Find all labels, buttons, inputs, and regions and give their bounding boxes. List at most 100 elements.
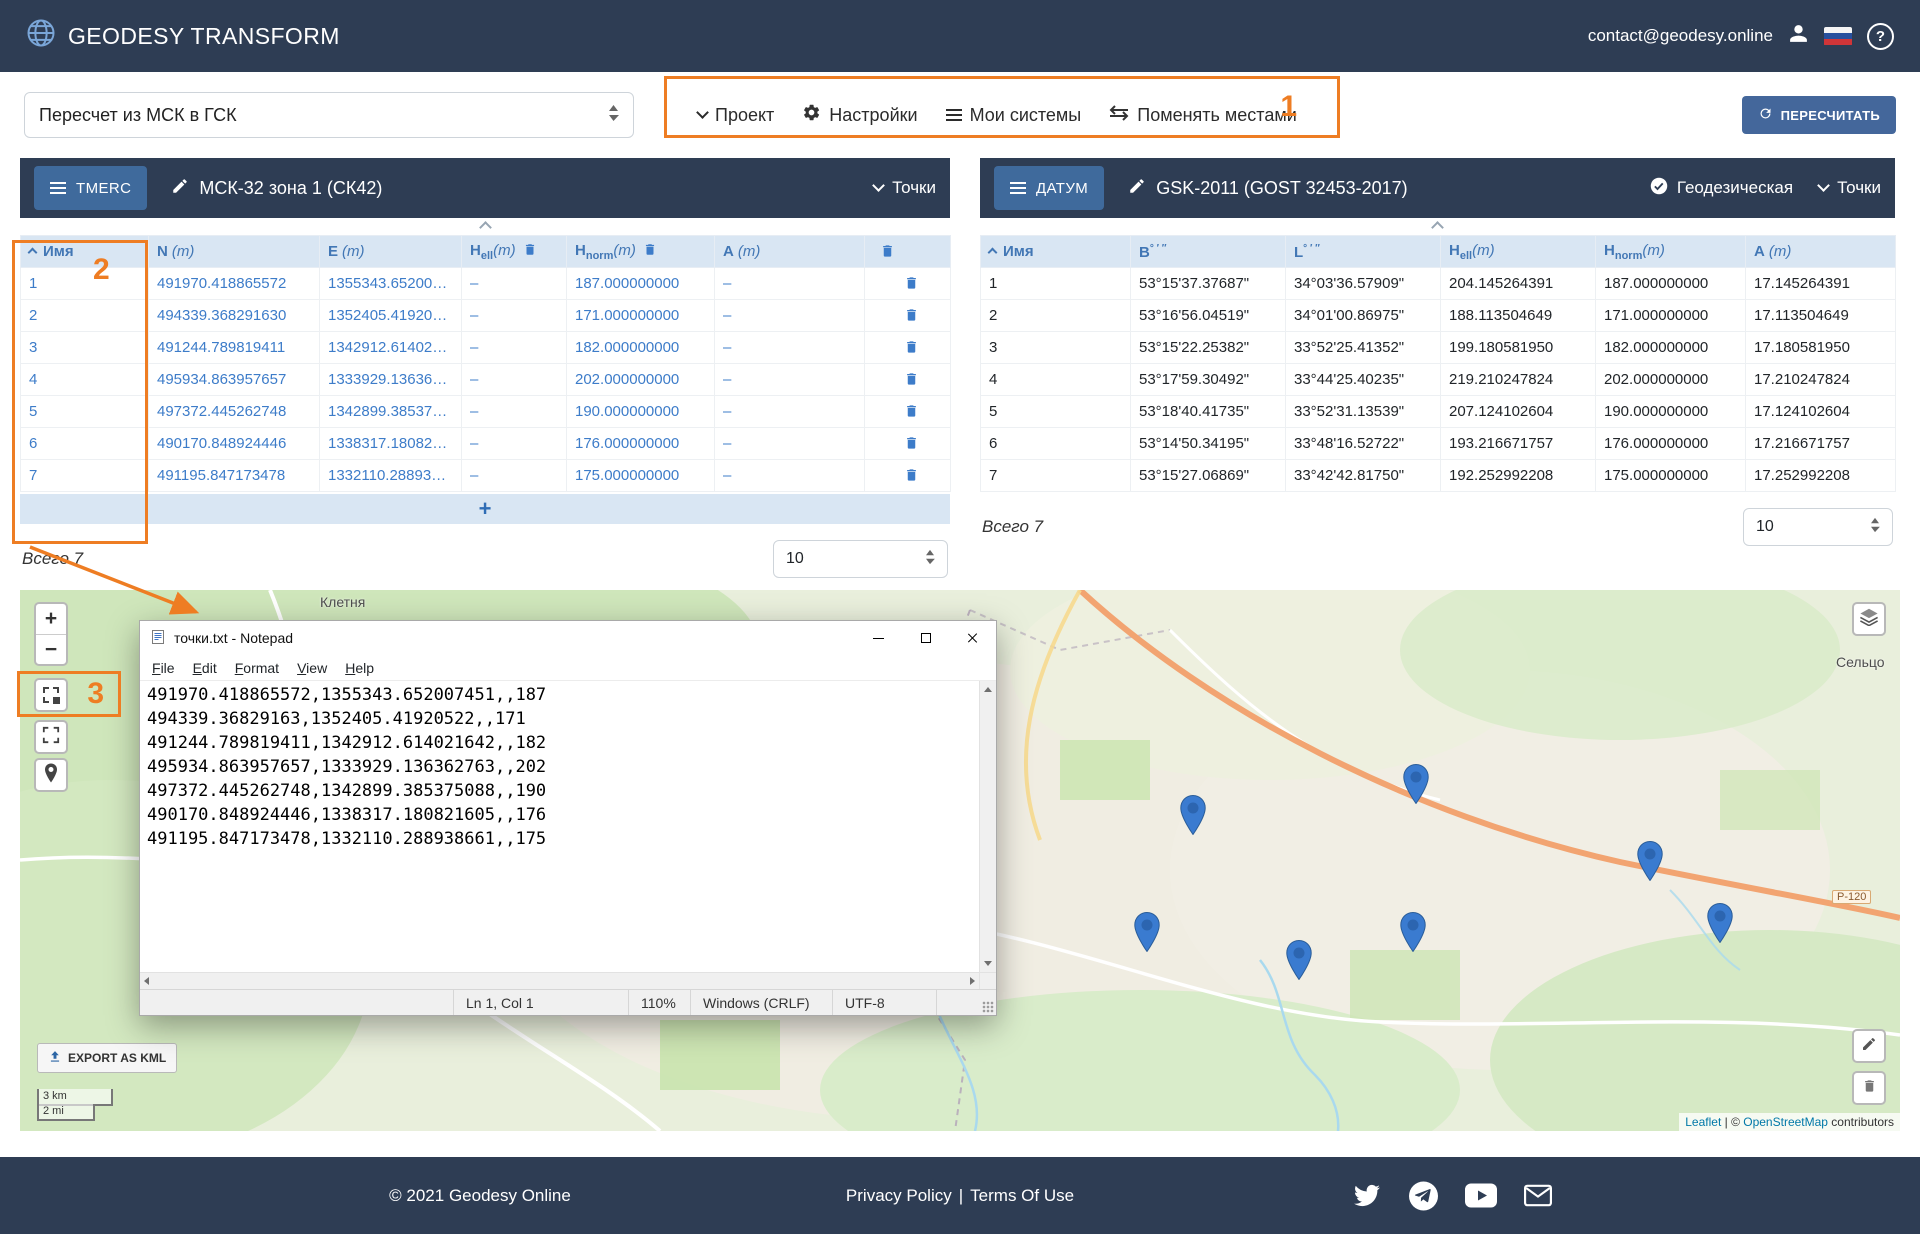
target-points-toggle[interactable]: Точки: [1819, 178, 1881, 198]
n-cell[interactable]: 491244.789819411: [149, 332, 320, 364]
menu-item-settings[interactable]: Настройки: [802, 103, 917, 127]
scroll-right-icon[interactable]: [970, 977, 975, 985]
delete-row-button[interactable]: [904, 403, 919, 419]
source-page-size-select[interactable]: 10: [773, 540, 948, 578]
e-cell[interactable]: 1342899.385375088: [320, 396, 462, 428]
point-name-cell[interactable]: 7: [21, 460, 149, 492]
map-marker[interactable]: [1134, 912, 1160, 957]
map-marker[interactable]: [1707, 903, 1733, 948]
e-cell[interactable]: 1352405.41920522: [320, 300, 462, 332]
point-name-cell[interactable]: 5: [21, 396, 149, 428]
minimize-button[interactable]: [855, 621, 902, 655]
notepad-text-area[interactable]: 491970.418865572,1355343.652007451,,187 …: [140, 681, 979, 972]
map-marker[interactable]: [1180, 795, 1206, 840]
menu-edit[interactable]: Edit: [184, 658, 226, 678]
youtube-link[interactable]: [1465, 1184, 1497, 1208]
map-marker[interactable]: [1400, 912, 1426, 957]
recalculate-button[interactable]: ПЕРЕСЧИТАТЬ: [1742, 96, 1896, 134]
menu-help[interactable]: Help: [336, 658, 383, 678]
menu-file[interactable]: File: [143, 658, 184, 678]
coordinate-type-toggle[interactable]: Геодезическая: [1650, 177, 1793, 200]
e-cell[interactable]: 1355343.652007451: [320, 268, 462, 300]
draw-button[interactable]: [1852, 1029, 1886, 1063]
source-collapse-toggle[interactable]: [20, 218, 950, 235]
source-points-toggle[interactable]: Точки: [874, 178, 936, 198]
column-header-b[interactable]: B° ′ ″: [1131, 236, 1286, 268]
n-cell[interactable]: 497372.445262748: [149, 396, 320, 428]
point-name-cell[interactable]: 2: [21, 300, 149, 332]
hnorm-cell[interactable]: 187.000000000: [567, 268, 715, 300]
hell-cell[interactable]: –: [462, 396, 567, 428]
contact-email[interactable]: contact@geodesy.online: [1588, 26, 1773, 46]
hnorm-cell[interactable]: 202.000000000: [567, 364, 715, 396]
e-cell[interactable]: 1342912.614021642: [320, 332, 462, 364]
hell-cell[interactable]: –: [462, 332, 567, 364]
delete-all-rows-button[interactable]: [880, 243, 895, 259]
telegram-link[interactable]: [1409, 1181, 1438, 1210]
column-header-e[interactable]: E(m): [320, 236, 462, 268]
horizontal-scrollbar[interactable]: [140, 972, 979, 989]
resize-grip[interactable]: [982, 1001, 994, 1013]
n-cell[interactable]: 495934.863957657: [149, 364, 320, 396]
delete-row-button[interactable]: [904, 275, 919, 291]
datum-type-button[interactable]: ДАТУМ: [994, 166, 1104, 210]
add-point-button[interactable]: +: [20, 494, 950, 524]
hnorm-cell[interactable]: 171.000000000: [567, 300, 715, 332]
point-name-cell[interactable]: 4: [21, 364, 149, 396]
n-cell[interactable]: 490170.848924446: [149, 428, 320, 460]
a-cell[interactable]: –: [715, 300, 865, 332]
delete-row-button[interactable]: [904, 371, 919, 387]
help-button[interactable]: ?: [1867, 23, 1894, 50]
column-header-hnorm[interactable]: Hnorm(m): [1596, 236, 1746, 268]
hnorm-cell[interactable]: 190.000000000: [567, 396, 715, 428]
column-header-n[interactable]: N(m): [149, 236, 320, 268]
column-header-hell[interactable]: Hell(m): [462, 236, 567, 268]
menu-item-my-systems[interactable]: Мои системы: [946, 105, 1082, 126]
column-header-name[interactable]: Имя: [981, 236, 1131, 268]
point-name-cell[interactable]: 3: [21, 332, 149, 364]
menu-view[interactable]: View: [288, 658, 336, 678]
menu-item-project[interactable]: Проект: [698, 105, 774, 126]
point-name-cell[interactable]: 1: [21, 268, 149, 300]
delete-row-button[interactable]: [904, 435, 919, 451]
language-flag-ru[interactable]: [1824, 27, 1852, 46]
n-cell[interactable]: 491195.847173478: [149, 460, 320, 492]
source-system-name[interactable]: МСК-32 зона 1 (СК42): [171, 177, 382, 200]
a-cell[interactable]: –: [715, 268, 865, 300]
conversion-preset-select[interactable]: Пересчет из МСК в ГСК: [24, 92, 634, 138]
hell-cell[interactable]: –: [462, 428, 567, 460]
maximize-button[interactable]: [902, 621, 949, 655]
map[interactable]: Клетня Сельцо Р-120 + − EXPORT AS KML 3 …: [20, 590, 1900, 1131]
osm-link[interactable]: OpenStreetMap: [1743, 1115, 1828, 1129]
scroll-up-icon[interactable]: [984, 687, 992, 692]
area-select-button[interactable]: [34, 678, 68, 712]
scroll-down-icon[interactable]: [984, 961, 992, 966]
map-marker[interactable]: [1403, 764, 1429, 809]
leaflet-link[interactable]: Leaflet: [1685, 1115, 1721, 1129]
delete-shapes-button[interactable]: [1852, 1071, 1886, 1105]
zoom-in-button[interactable]: +: [36, 604, 66, 634]
column-header-a[interactable]: A(m): [1746, 236, 1896, 268]
map-marker[interactable]: [1637, 841, 1663, 886]
target-collapse-toggle[interactable]: [980, 218, 1895, 235]
column-header-hell[interactable]: Hell(m): [1441, 236, 1596, 268]
menu-item-swap[interactable]: Поменять местами: [1109, 105, 1297, 126]
notepad-title-bar[interactable]: точки.txt - Notepad: [140, 621, 996, 655]
fullscreen-button[interactable]: [34, 720, 68, 754]
twitter-link[interactable]: [1352, 1183, 1382, 1209]
delete-row-button[interactable]: [904, 339, 919, 355]
hell-cell[interactable]: –: [462, 268, 567, 300]
user-icon[interactable]: [1788, 23, 1809, 49]
hell-cell[interactable]: –: [462, 364, 567, 396]
n-cell[interactable]: 494339.368291630: [149, 300, 320, 332]
point-name-cell[interactable]: 6: [21, 428, 149, 460]
privacy-policy-link[interactable]: Privacy Policy: [846, 1186, 952, 1206]
close-button[interactable]: [949, 621, 996, 655]
target-system-name[interactable]: GSK-2011 (GOST 32453-2017): [1128, 177, 1407, 200]
e-cell[interactable]: 1338317.180821605: [320, 428, 462, 460]
hell-cell[interactable]: –: [462, 300, 567, 332]
vertical-scrollbar[interactable]: [979, 681, 996, 972]
clear-hell-column-button[interactable]: [523, 242, 537, 257]
e-cell[interactable]: 1333929.136362763: [320, 364, 462, 396]
email-link[interactable]: [1524, 1185, 1552, 1207]
